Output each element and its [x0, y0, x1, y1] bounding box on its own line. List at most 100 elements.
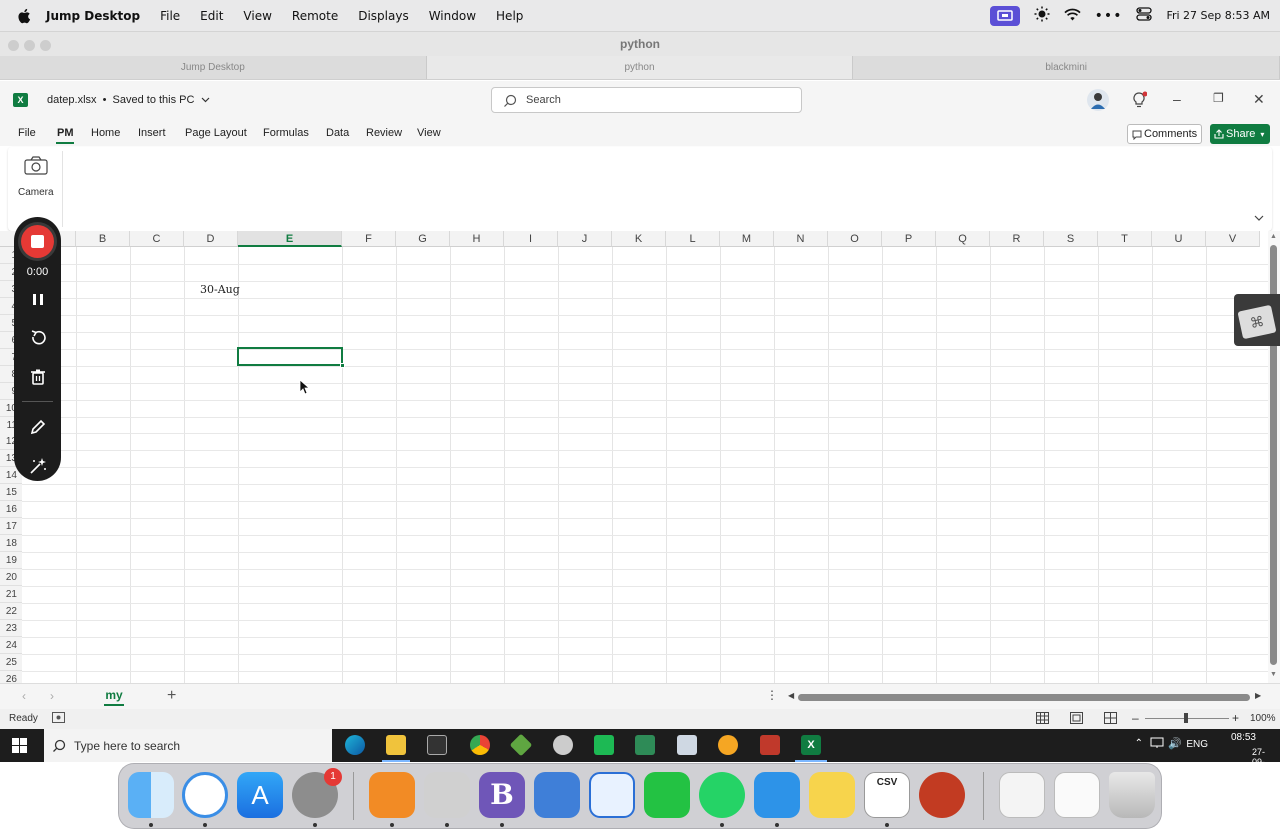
bookmark-app-icon[interactable]: [534, 772, 580, 818]
comments-button[interactable]: Comments: [1127, 124, 1202, 144]
column-header-l[interactable]: L: [666, 231, 720, 247]
user-avatar[interactable]: [1087, 89, 1109, 111]
next-sheet-icon[interactable]: ›: [50, 689, 54, 703]
tab-data[interactable]: Data: [326, 127, 349, 139]
menu-view[interactable]: View: [243, 9, 271, 23]
row-header-24[interactable]: 24: [0, 636, 22, 654]
row-header-21[interactable]: 21: [0, 586, 22, 603]
row-header-20[interactable]: 20: [0, 569, 22, 587]
column-header-v[interactable]: V: [1206, 231, 1260, 247]
tab-pm[interactable]: PM: [57, 127, 74, 139]
app-store-icon[interactable]: A: [237, 772, 283, 818]
tab-review[interactable]: Review: [366, 127, 402, 139]
chrome-icon[interactable]: [470, 735, 490, 755]
green-sync-icon[interactable]: [644, 772, 690, 818]
excel-taskbar-icon[interactable]: X: [801, 735, 821, 755]
jump-desktop-dock-icon[interactable]: [424, 772, 470, 818]
red-tool-icon[interactable]: [919, 772, 965, 818]
effects-icon[interactable]: [27, 455, 49, 477]
column-header-m[interactable]: M: [720, 231, 774, 247]
sheet-options-icon[interactable]: ⋮: [766, 688, 778, 702]
scroll-down-icon[interactable]: ▼: [1270, 671, 1277, 678]
menu-help[interactable]: Help: [496, 9, 523, 23]
terminal-icon[interactable]: [427, 735, 447, 755]
lightbulb-icon[interactable]: [1131, 91, 1148, 112]
control-center-icon[interactable]: [1136, 7, 1153, 24]
pause-icon[interactable]: [27, 289, 49, 311]
column-header-o[interactable]: O: [828, 231, 882, 247]
fill-handle[interactable]: [340, 363, 345, 368]
row-header-26[interactable]: 26: [0, 670, 22, 683]
network-icon[interactable]: [1150, 737, 1164, 752]
row-header-15[interactable]: 15: [0, 484, 22, 502]
stop-recording-button[interactable]: [21, 225, 54, 258]
notes-icon[interactable]: [809, 772, 855, 818]
spreadsheet-app-icon[interactable]: [635, 735, 655, 755]
zoom-level[interactable]: 100%: [1250, 713, 1276, 724]
file-explorer-icon[interactable]: [386, 735, 406, 755]
screenshot-stack-icon[interactable]: [1054, 772, 1100, 818]
edge-icon[interactable]: [345, 735, 365, 755]
green-app-icon[interactable]: [594, 735, 614, 755]
zoom-in-icon[interactable]: +: [1232, 711, 1239, 725]
tab-page-layout[interactable]: Page Layout: [185, 127, 247, 139]
spreadsheet-grid[interactable]: BCDEFGHIJKLMNOPQRSTUV 123456789101112131…: [0, 231, 1268, 683]
selected-cell-e7[interactable]: [237, 347, 345, 368]
nodejs-icon[interactable]: [509, 733, 533, 757]
menu-displays[interactable]: Displays: [358, 9, 408, 23]
column-header-i[interactable]: I: [504, 231, 558, 247]
floating-tool-panel[interactable]: ⌘: [1234, 294, 1280, 346]
column-header-n[interactable]: N: [774, 231, 828, 247]
apple-icon[interactable]: [16, 7, 34, 25]
taskbar-search-box[interactable]: Type here to search: [44, 729, 332, 762]
column-header-j[interactable]: J: [558, 231, 612, 247]
restart-icon[interactable]: [27, 327, 49, 349]
scroll-left-icon[interactable]: ◀: [788, 691, 794, 700]
whatsapp-icon[interactable]: [699, 772, 745, 818]
tab-blackmini[interactable]: blackmini: [853, 56, 1280, 79]
cell-d3[interactable]: 30-Aug: [200, 283, 240, 296]
windows-start-icon[interactable]: [12, 738, 27, 756]
scroll-up-icon[interactable]: ▲: [1270, 233, 1277, 240]
tab-python[interactable]: python: [426, 56, 854, 79]
file-name-area[interactable]: datep.xlsx • Saved to this PC: [47, 94, 210, 106]
row-header-19[interactable]: 19: [0, 552, 22, 570]
tab-home[interactable]: Home: [91, 127, 120, 139]
menu-app-name[interactable]: Jump Desktop: [46, 9, 140, 23]
menu-file[interactable]: File: [160, 9, 180, 23]
row-header-18[interactable]: 18: [0, 535, 22, 553]
search-box[interactable]: Search: [491, 87, 802, 113]
volume-icon[interactable]: 🔊: [1168, 737, 1182, 750]
brightness-icon[interactable]: [1034, 6, 1050, 25]
airmail-icon[interactable]: [589, 772, 635, 818]
wifi-icon[interactable]: [1064, 8, 1081, 24]
accessibility-icon[interactable]: [52, 712, 65, 726]
menu-window[interactable]: Window: [429, 9, 476, 23]
column-header-u[interactable]: U: [1152, 231, 1206, 247]
menu-remote[interactable]: Remote: [292, 9, 338, 23]
column-header-r[interactable]: R: [990, 231, 1044, 247]
minimize-icon[interactable]: –: [1173, 91, 1181, 107]
tray-chevron-icon[interactable]: ⌃: [1135, 738, 1143, 749]
column-header-f[interactable]: F: [342, 231, 396, 247]
row-header-22[interactable]: 22: [0, 602, 22, 620]
column-header-g[interactable]: G: [396, 231, 450, 247]
share-button[interactable]: Share ▾: [1210, 124, 1270, 144]
tab-jump-desktop[interactable]: Jump Desktop: [0, 56, 427, 79]
column-header-p[interactable]: P: [882, 231, 936, 247]
system-settings-icon[interactable]: 1: [292, 768, 342, 818]
column-header-c[interactable]: C: [130, 231, 184, 247]
row-header-25[interactable]: 25: [0, 653, 22, 671]
page-break-view-icon[interactable]: [1104, 712, 1117, 727]
column-header-b[interactable]: B: [76, 231, 130, 247]
column-header-h[interactable]: H: [450, 231, 504, 247]
photos-icon[interactable]: [677, 735, 697, 755]
column-header-t[interactable]: T: [1098, 231, 1152, 247]
dictation-icon[interactable]: [754, 772, 800, 818]
menu-edit[interactable]: Edit: [200, 9, 223, 23]
jump-desktop-status-icon[interactable]: [989, 5, 1020, 26]
close-icon[interactable]: ✕: [1253, 91, 1265, 108]
bbedit-icon[interactable]: B: [479, 772, 525, 818]
finder-icon[interactable]: [128, 772, 174, 818]
column-header-k[interactable]: K: [612, 231, 666, 247]
